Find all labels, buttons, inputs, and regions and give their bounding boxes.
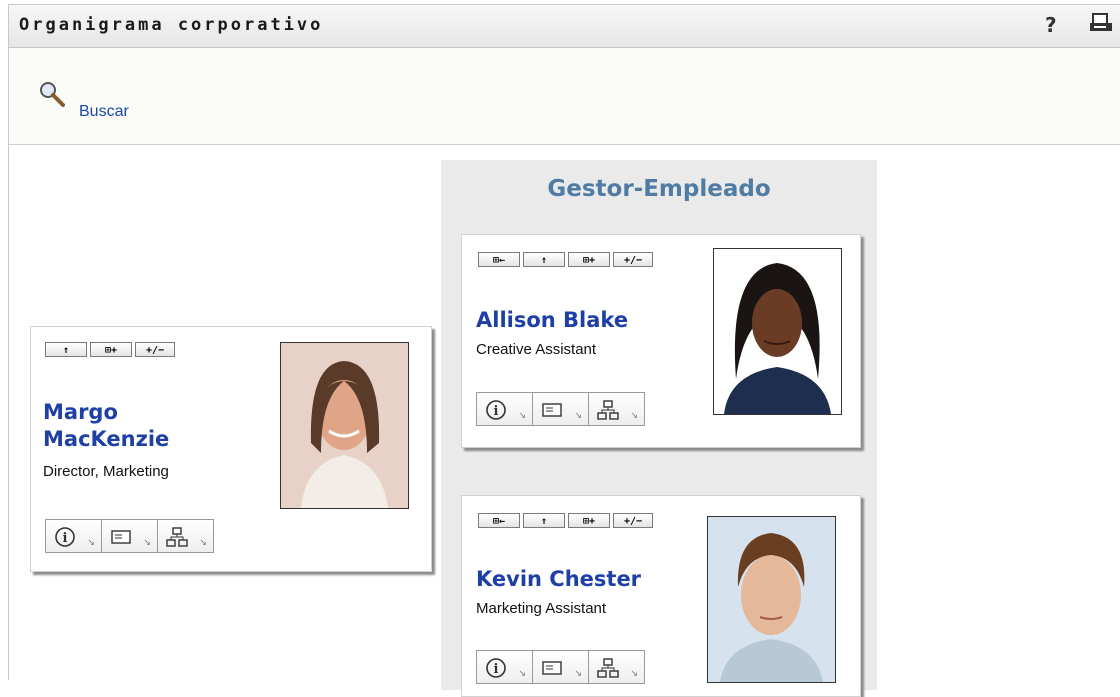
show-manager-button[interactable]: ⊞← <box>478 252 520 267</box>
expand-reports-button[interactable]: ⊞+ <box>568 513 610 528</box>
info-button[interactable]: i ↘ <box>45 519 102 553</box>
dropdown-arrow-icon: ↘ <box>518 411 526 421</box>
org-chart-window: Organigrama corporativo ? Buscar Gestor-… <box>8 4 1120 697</box>
expand-reports-button[interactable]: ⊞+ <box>568 252 610 267</box>
dropdown-arrow-icon: ↘ <box>87 538 95 548</box>
svg-text:i: i <box>63 531 68 546</box>
help-icon[interactable]: ? <box>1045 13 1057 37</box>
card-action-bar: i ↘ ↘ ↘ <box>45 519 214 553</box>
card-action-bar: i ↘ ↘ ↘ <box>476 392 645 426</box>
person-title: Marketing Assistant <box>476 600 607 617</box>
dropdown-arrow-icon: ↘ <box>143 538 151 548</box>
move-up-button[interactable]: ↑ <box>523 513 565 528</box>
expand-reports-button[interactable]: ⊞+ <box>90 342 132 357</box>
search-link[interactable]: Buscar <box>79 103 129 121</box>
svg-text:i: i <box>494 662 499 677</box>
dropdown-arrow-icon: ↘ <box>518 669 526 679</box>
person-photo <box>713 248 842 415</box>
org-chart-area: Gestor-Empleado ↑ ⊞+ +/− Margo MacKenzie… <box>9 145 1120 697</box>
svg-text:i: i <box>494 404 499 419</box>
move-up-button[interactable]: ↑ <box>523 252 565 267</box>
printer-icon[interactable] <box>1089 13 1113 33</box>
dropdown-arrow-icon: ↘ <box>630 669 638 679</box>
person-first-name[interactable]: Margo <box>43 399 169 426</box>
person-card-allison[interactable]: ⊞← ↑ ⊞+ +/− Allison Blake Creative Assis… <box>461 234 861 448</box>
search-toolbar: Buscar <box>9 48 1120 145</box>
person-photo <box>707 516 836 683</box>
card-controls: ⊞← ↑ ⊞+ +/− <box>478 252 653 267</box>
toggle-expand-button[interactable]: +/− <box>613 513 653 528</box>
show-manager-button[interactable]: ⊞← <box>478 513 520 528</box>
person-name[interactable]: Allison Blake <box>476 307 628 334</box>
card-controls: ⊞← ↑ ⊞+ +/− <box>478 513 653 528</box>
person-title: Creative Assistant <box>476 341 597 358</box>
page-title: Organigrama corporativo <box>19 15 324 35</box>
dropdown-arrow-icon: ↘ <box>574 411 582 421</box>
info-button[interactable]: i ↘ <box>476 392 533 426</box>
move-up-button[interactable]: ↑ <box>45 342 87 357</box>
person-card-kevin[interactable]: ⊞← ↑ ⊞+ +/− Kevin Chester Marketing Assi… <box>461 495 861 697</box>
magnifier-icon[interactable] <box>39 81 65 107</box>
toggle-expand-button[interactable]: +/− <box>135 342 175 357</box>
dropdown-arrow-icon: ↘ <box>574 669 582 679</box>
person-title: Director, Marketing <box>43 463 169 480</box>
org-chart-button[interactable]: ↘ <box>588 392 645 426</box>
dropdown-arrow-icon: ↘ <box>199 538 207 548</box>
column-title: Gestor-Empleado <box>547 176 771 202</box>
person-name[interactable]: Margo MacKenzie <box>43 399 169 453</box>
person-photo <box>280 342 409 509</box>
org-chart-button[interactable]: ↘ <box>157 519 214 553</box>
dropdown-arrow-icon: ↘ <box>630 411 638 421</box>
card-controls: ↑ ⊞+ +/− <box>45 342 175 357</box>
person-last-name[interactable]: MacKenzie <box>43 426 169 453</box>
person-name[interactable]: Kevin Chester <box>476 566 641 593</box>
email-button[interactable]: ↘ <box>532 392 589 426</box>
email-button[interactable]: ↘ <box>101 519 158 553</box>
title-bar: Organigrama corporativo ? <box>9 5 1120 48</box>
toggle-expand-button[interactable]: +/− <box>613 252 653 267</box>
person-card-margo[interactable]: ↑ ⊞+ +/− Margo MacKenzie Director, Marke… <box>30 326 432 572</box>
